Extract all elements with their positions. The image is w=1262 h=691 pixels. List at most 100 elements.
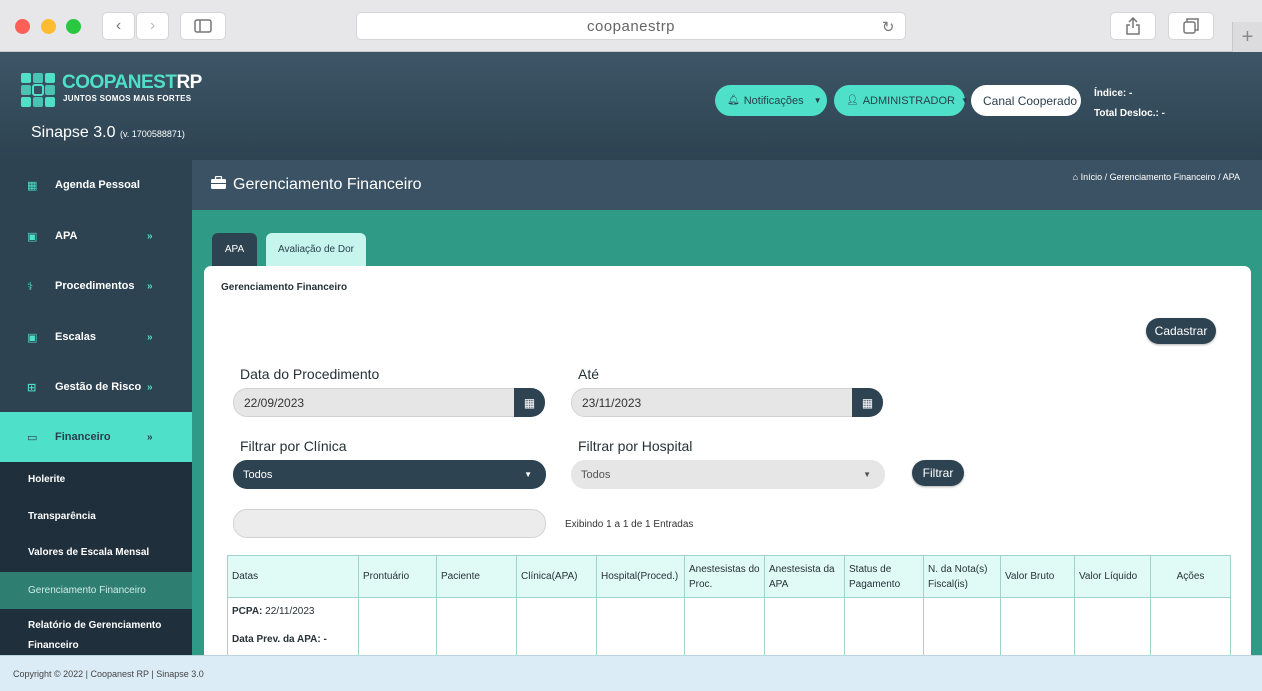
tabs-overview-button[interactable] bbox=[1168, 12, 1214, 40]
bell-icon: 🔔︎ bbox=[727, 95, 740, 106]
canal-cooperado-button[interactable]: Canal Cooperado bbox=[971, 85, 1081, 116]
content-panel: Gerenciamento Financeiro Cadastrar Data … bbox=[204, 266, 1251, 655]
grid-calendar-icon: ▦ bbox=[27, 179, 38, 192]
sidebar-item-procedimentos[interactable]: ⚕ Procedimentos » bbox=[0, 261, 192, 311]
column-header-prontuario[interactable]: Prontuário bbox=[358, 555, 437, 598]
pcpa-label: PCPA: bbox=[232, 606, 263, 617]
submenu-item-gerenciamento-financeiro[interactable]: Gerenciamento Financeiro bbox=[0, 572, 192, 609]
tab-apa[interactable]: APA bbox=[212, 233, 257, 266]
close-window-button[interactable] bbox=[15, 19, 30, 34]
sidebar-item-agenda-pessoal[interactable]: ▦ Agenda Pessoal bbox=[0, 160, 192, 210]
financial-table: Datas Prontuário Paciente Clínica(APA) H… bbox=[227, 555, 1231, 655]
url-text: coopanestrp bbox=[586, 17, 676, 35]
search-input[interactable] bbox=[233, 509, 546, 538]
cell-anestesista-apa bbox=[764, 597, 845, 655]
plus-icon: + bbox=[1241, 25, 1254, 48]
share-icon bbox=[1126, 17, 1140, 35]
date-to-label: Até bbox=[578, 366, 600, 382]
user-menu-button[interactable]: 👤︎ ADMINISTRADOR ▼ bbox=[834, 85, 969, 116]
double-chevron-right-icon: » bbox=[147, 331, 153, 343]
date-from-label: Data do Procedimento bbox=[240, 366, 380, 382]
clinic-filter-select[interactable]: Todos ▼ bbox=[233, 460, 546, 489]
column-header-hospital[interactable]: Hospital(Proced.) bbox=[596, 555, 685, 598]
pcpa-value: 22/11/2023 bbox=[265, 606, 315, 617]
sidebar-toggle-button[interactable] bbox=[180, 12, 226, 40]
page-title: Gerenciamento Financeiro bbox=[233, 176, 422, 193]
content-header: Gerenciamento Financeiro ⌂ Início / Gere… bbox=[192, 160, 1262, 210]
system-name: Sinapse 3.0 (v. 1700588871) bbox=[31, 124, 185, 141]
column-header-datas[interactable]: Datas bbox=[227, 555, 359, 598]
cell-clinica bbox=[516, 597, 597, 655]
new-tab-button[interactable]: + bbox=[1232, 22, 1262, 52]
column-header-anestesista-apa[interactable]: Anestesista da APA bbox=[764, 555, 845, 598]
back-button[interactable]: ‹ bbox=[102, 12, 135, 40]
cell-status-pagamento bbox=[844, 597, 924, 655]
brand-tagline: JUNTOS SOMOS MAIS FORTES bbox=[63, 94, 192, 103]
forward-button[interactable]: › bbox=[136, 12, 169, 40]
coopanest-logo-icon bbox=[21, 73, 55, 107]
cell-valor-liquido bbox=[1074, 597, 1151, 655]
date-to-calendar-button[interactable]: ▦ bbox=[852, 388, 883, 417]
column-header-valor-liquido[interactable]: Valor Líquido bbox=[1074, 555, 1151, 598]
calendar-icon: ▣ bbox=[27, 230, 38, 243]
sidebar-item-apa[interactable]: ▣ APA » bbox=[0, 211, 192, 261]
submenu-item-valores-escala-mensal[interactable]: Valores de Escala Mensal bbox=[0, 543, 192, 563]
column-header-nota-fiscal[interactable]: N. da Nota(s) Fiscal(is) bbox=[923, 555, 1001, 598]
sidebar-icon bbox=[194, 19, 212, 33]
sidebar-item-gestao-de-risco[interactable]: ⊞ Gestão de Risco » bbox=[0, 362, 192, 412]
maximize-window-button[interactable] bbox=[66, 19, 81, 34]
hospital-filter-select[interactable]: Todos ▼ bbox=[571, 460, 885, 489]
stethoscope-icon: ⚕ bbox=[27, 280, 33, 293]
date-to-input[interactable]: 23/11/2023 bbox=[571, 388, 853, 417]
column-header-paciente[interactable]: Paciente bbox=[436, 555, 517, 598]
reload-icon[interactable]: ↻ bbox=[882, 18, 895, 36]
money-icon: ▭ bbox=[27, 431, 38, 444]
caret-down-icon: ▼ bbox=[863, 470, 871, 479]
submenu-item-holerite[interactable]: Holerite bbox=[0, 470, 192, 490]
app-header: COOPANESTRP JUNTOS SOMOS MAIS FORTES Sin… bbox=[0, 52, 1262, 160]
column-header-clinica[interactable]: Clínica(APA) bbox=[516, 555, 597, 598]
column-header-valor-bruto[interactable]: Valor Bruto bbox=[1000, 555, 1075, 598]
cell-datas: PCPA: 22/11/2023 Data Prev. da APA: - bbox=[227, 597, 359, 655]
notifications-button[interactable]: 🔔︎ Notificações ▼ bbox=[715, 85, 827, 116]
plus-square-icon: ⊞ bbox=[27, 381, 37, 394]
url-bar[interactable]: coopanestrp ↻ bbox=[356, 12, 906, 40]
table-row: PCPA: 22/11/2023 Data Prev. da APA: - bbox=[227, 597, 1231, 655]
minimize-window-button[interactable] bbox=[41, 19, 56, 34]
submenu-item-transparencia[interactable]: Transparência bbox=[0, 507, 192, 527]
home-icon: ⌂ bbox=[1072, 172, 1079, 182]
financeiro-submenu: Holerite Transparência Valores de Escala… bbox=[0, 462, 192, 655]
cell-valor-bruto bbox=[1000, 597, 1075, 655]
filtrar-button[interactable]: Filtrar bbox=[912, 460, 964, 486]
cell-acoes bbox=[1150, 597, 1231, 655]
sidebar-item-financeiro[interactable]: ▭ Financeiro » bbox=[0, 412, 192, 462]
date-from-input[interactable]: 22/09/2023 bbox=[233, 388, 515, 417]
briefcase-icon bbox=[210, 175, 227, 193]
calendar-icon: ▣ bbox=[27, 331, 38, 344]
user-icon: 👤︎ bbox=[846, 95, 859, 106]
column-header-acoes: Ações bbox=[1150, 555, 1231, 598]
calendar-icon: ▦ bbox=[523, 395, 536, 410]
column-header-status-pagamento[interactable]: Status de Pagamento bbox=[844, 555, 924, 598]
total-desloc-label: Total Desloc.: - bbox=[1094, 108, 1165, 119]
tab-avaliacao-de-dor[interactable]: Avaliação de Dor bbox=[266, 233, 366, 266]
chevron-left-icon: ‹ bbox=[115, 17, 122, 34]
caret-down-icon: ▼ bbox=[813, 96, 822, 105]
sidebar-item-escalas[interactable]: ▣ Escalas » bbox=[0, 312, 192, 362]
cell-anestesistas-proc bbox=[684, 597, 765, 655]
share-button[interactable] bbox=[1110, 12, 1156, 40]
double-chevron-right-icon: » bbox=[147, 381, 153, 393]
cadastrar-button[interactable]: Cadastrar bbox=[1146, 318, 1216, 344]
browser-chrome: ‹ › coopanestrp ↻ + bbox=[0, 0, 1262, 52]
tabs-icon bbox=[1183, 18, 1199, 34]
caret-down-icon: ▼ bbox=[960, 96, 969, 105]
main-content: Gerenciamento Financeiro ⌂ Início / Gere… bbox=[192, 160, 1262, 655]
sidebar: ▦ Agenda Pessoal ▣ APA » ⚕ Procedimentos… bbox=[0, 160, 192, 655]
date-from-calendar-button[interactable]: ▦ bbox=[514, 388, 545, 417]
column-header-anestesistas-proc[interactable]: Anestesistas do Proc. bbox=[684, 555, 765, 598]
prev-apa-label: Data Prev. da APA: - bbox=[232, 634, 327, 645]
submenu-item-relatorio-gerenciamento[interactable]: Relatório de Gerenciamento Financeiro bbox=[0, 616, 170, 655]
clinic-filter-label: Filtrar por Clínica bbox=[240, 438, 347, 454]
cell-paciente bbox=[436, 597, 517, 655]
cell-hospital bbox=[596, 597, 685, 655]
